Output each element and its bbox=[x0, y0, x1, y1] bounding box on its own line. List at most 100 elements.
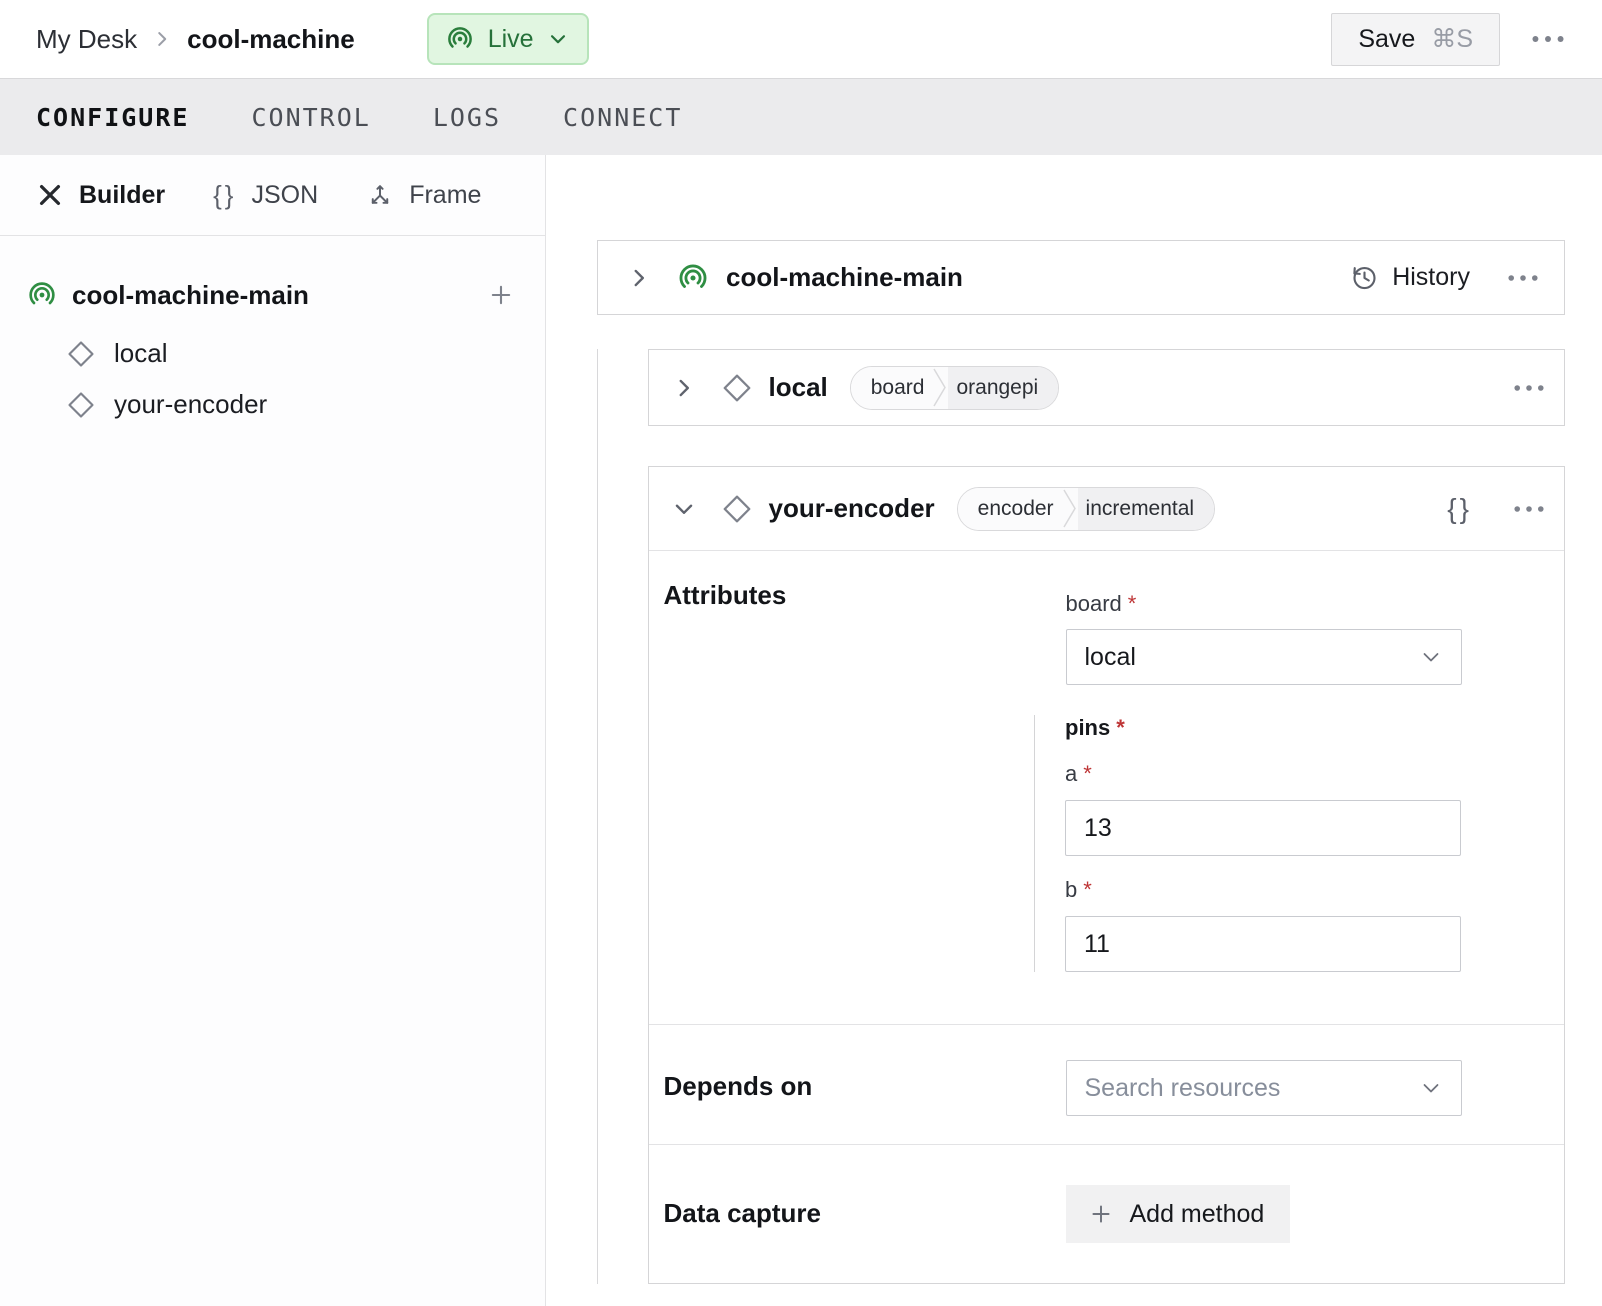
header-overflow-menu-button[interactable] bbox=[1530, 27, 1566, 51]
breadcrumb-root[interactable]: My Desk bbox=[36, 24, 137, 55]
viewtab-builder[interactable]: Builder bbox=[36, 181, 165, 210]
required-asterisk: * bbox=[1116, 715, 1125, 740]
component-type-badge: encoder incremental bbox=[957, 487, 1215, 531]
breadcrumb: My Desk cool-machine bbox=[36, 24, 355, 55]
machine-card-menu-button[interactable] bbox=[1506, 266, 1540, 290]
encoder-card-header: your-encoder encoder incremental {} bbox=[649, 467, 1565, 551]
data-capture-section: Data capture Add method bbox=[649, 1144, 1565, 1283]
pin-b-input[interactable] bbox=[1065, 916, 1461, 972]
badge-type: encoder bbox=[958, 488, 1062, 530]
badge-separator-icon bbox=[932, 367, 948, 409]
top-header: My Desk cool-machine Live Save ⌘S bbox=[0, 0, 1602, 78]
pins-label-text: pins bbox=[1065, 715, 1110, 740]
depends-on-section: Depends on bbox=[649, 1024, 1565, 1144]
component-type-badge: board orangepi bbox=[850, 366, 1059, 410]
pins-group: pins* a* b* bbox=[1034, 715, 1462, 972]
pin-a-input[interactable] bbox=[1065, 800, 1461, 856]
local-card-title: local bbox=[769, 372, 828, 403]
encoder-card-title: your-encoder bbox=[769, 493, 935, 524]
expand-chevron-right-icon[interactable] bbox=[622, 261, 656, 295]
pins-label: pins* bbox=[1065, 715, 1462, 741]
badge-type: board bbox=[851, 367, 933, 409]
diamond-icon bbox=[721, 372, 753, 404]
encoder-card-menu-button[interactable] bbox=[1512, 497, 1546, 521]
board-label-text: board bbox=[1066, 591, 1122, 616]
content-area: Builder {} JSON Frame cool-machine-main bbox=[0, 155, 1602, 1306]
viewtab-json-label: JSON bbox=[252, 181, 319, 210]
board-select-value: local bbox=[1085, 643, 1136, 672]
component-cards-rail: local board orangepi bbox=[597, 349, 1565, 1284]
required-asterisk: * bbox=[1083, 877, 1092, 902]
add-component-button[interactable] bbox=[483, 277, 519, 313]
frame-axes-icon bbox=[366, 181, 394, 209]
save-button[interactable]: Save ⌘S bbox=[1331, 13, 1500, 66]
viewtab-frame-label: Frame bbox=[409, 181, 481, 210]
board-field: board* local bbox=[1066, 591, 1462, 685]
plus-icon bbox=[1088, 1201, 1114, 1227]
local-card-menu-button[interactable] bbox=[1512, 376, 1546, 400]
tree-item-label: local bbox=[114, 338, 167, 369]
encoder-component-card: your-encoder encoder incremental {} bbox=[648, 466, 1566, 1284]
pin-b-label-text: b bbox=[1065, 877, 1077, 902]
broadcast-icon bbox=[26, 279, 58, 311]
tree-item-local[interactable]: local bbox=[66, 338, 519, 369]
machine-status-live-button[interactable]: Live bbox=[427, 13, 589, 65]
tab-configure[interactable]: CONFIGURE bbox=[36, 103, 189, 132]
diamond-icon bbox=[66, 339, 96, 369]
add-method-label: Add method bbox=[1130, 1200, 1265, 1229]
search-resources-input[interactable] bbox=[1085, 1074, 1419, 1103]
history-icon bbox=[1349, 263, 1379, 293]
machine-main-card: cool-machine-main History bbox=[597, 240, 1565, 315]
board-label: board* bbox=[1066, 591, 1462, 617]
chevron-down-icon bbox=[1419, 645, 1443, 669]
machine-card-title: cool-machine-main bbox=[726, 262, 963, 293]
viewtab-builder-label: Builder bbox=[79, 181, 165, 210]
tab-logs[interactable]: LOGS bbox=[433, 103, 501, 132]
history-label: History bbox=[1392, 263, 1470, 292]
breadcrumb-current: cool-machine bbox=[187, 24, 355, 55]
broadcast-icon bbox=[676, 261, 710, 295]
tab-control[interactable]: CONTROL bbox=[251, 103, 370, 132]
resource-tree: cool-machine-main local your-encoder bbox=[0, 236, 545, 420]
required-asterisk: * bbox=[1128, 591, 1137, 616]
badge-model: orangepi bbox=[948, 367, 1058, 409]
tree-item-machine-main[interactable]: cool-machine-main bbox=[26, 272, 519, 318]
pin-a-label-text: a bbox=[1065, 761, 1077, 786]
config-main: cool-machine-main History local bbox=[546, 155, 1602, 1306]
chevron-right-icon bbox=[151, 28, 173, 50]
attributes-heading: Attributes bbox=[664, 581, 1066, 972]
save-label: Save bbox=[1358, 25, 1415, 54]
save-shortcut: ⌘S bbox=[1431, 24, 1473, 54]
page-tabbar: CONFIGURE CONTROL LOGS CONNECT bbox=[0, 78, 1602, 155]
data-capture-heading: Data capture bbox=[664, 1199, 1066, 1243]
tree-item-label: cool-machine-main bbox=[72, 280, 309, 311]
depends-on-search-select[interactable] bbox=[1066, 1060, 1462, 1116]
board-select[interactable]: local bbox=[1066, 629, 1462, 685]
diamond-icon bbox=[721, 493, 753, 525]
badge-model: incremental bbox=[1078, 488, 1215, 530]
attributes-fields: board* local pins* bbox=[1066, 581, 1462, 972]
sidebar-view-tabs: Builder {} JSON Frame bbox=[0, 155, 545, 236]
history-button[interactable]: History bbox=[1349, 263, 1470, 293]
attributes-section: Attributes board* local bbox=[649, 551, 1565, 1024]
edit-json-braces-button[interactable]: {} bbox=[1443, 491, 1476, 527]
collapse-chevron-down-icon[interactable] bbox=[667, 492, 701, 526]
config-sidebar: Builder {} JSON Frame cool-machine-main bbox=[0, 155, 546, 1306]
curly-braces-icon: {} bbox=[213, 180, 236, 211]
viewtab-frame[interactable]: Frame bbox=[366, 181, 481, 210]
expand-chevron-right-icon[interactable] bbox=[667, 371, 701, 405]
broadcast-icon bbox=[445, 24, 475, 54]
chevron-down-icon bbox=[1419, 1076, 1443, 1100]
local-component-card: local board orangepi bbox=[648, 349, 1566, 426]
tab-connect[interactable]: CONNECT bbox=[563, 103, 682, 132]
live-label: Live bbox=[488, 25, 534, 54]
tree-item-label: your-encoder bbox=[114, 389, 267, 420]
depends-on-heading: Depends on bbox=[664, 1072, 1066, 1116]
chevron-down-icon bbox=[547, 28, 569, 50]
add-method-button[interactable]: Add method bbox=[1066, 1185, 1290, 1243]
crossed-tools-icon bbox=[36, 181, 64, 209]
diamond-icon bbox=[66, 390, 96, 420]
tree-item-your-encoder[interactable]: your-encoder bbox=[66, 389, 519, 420]
viewtab-json[interactable]: {} JSON bbox=[213, 180, 318, 211]
badge-separator-icon bbox=[1062, 488, 1078, 530]
